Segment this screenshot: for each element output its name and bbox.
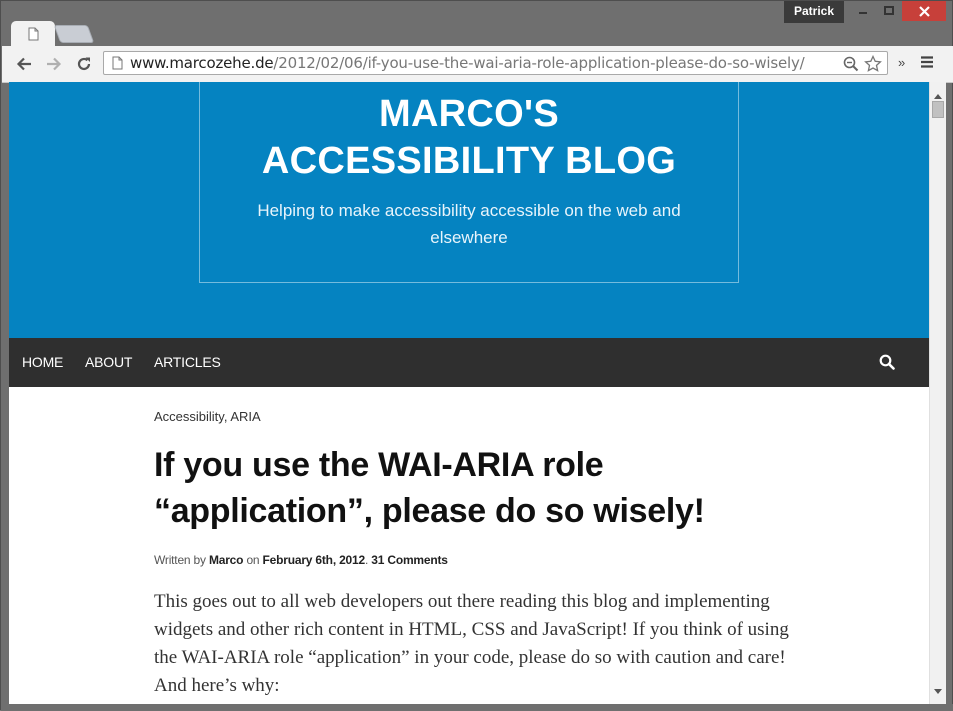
nav-item-about[interactable]: ABOUT	[85, 354, 132, 370]
nav-item-home[interactable]: HOME	[22, 354, 63, 370]
back-button[interactable]	[14, 54, 34, 74]
site-tagline: Helping to make accessibility accessible…	[257, 201, 681, 247]
page-scrollbar[interactable]	[929, 82, 946, 704]
window-controls: Patrick	[783, 1, 946, 23]
forward-button[interactable]	[44, 54, 64, 74]
minimize-button[interactable]	[850, 1, 876, 21]
browser-window: Patrick www.marcozehe.de/2012/02/06/if-y…	[0, 0, 953, 711]
tab-strip	[1, 1, 781, 47]
browser-toolbar: www.marcozehe.de/2012/02/06/if-you-use-t…	[2, 46, 953, 83]
meta-written-by: Written by	[154, 553, 206, 567]
search-icon[interactable]	[879, 354, 895, 375]
hamburger-icon	[921, 56, 933, 68]
menu-button[interactable]	[920, 55, 934, 74]
scroll-down-arrow-icon[interactable]	[934, 682, 942, 700]
post-categories[interactable]: Accessibility, ARIA	[154, 409, 261, 424]
meta-author[interactable]: Marco	[209, 553, 244, 567]
profile-name[interactable]: Patrick	[783, 1, 844, 23]
page-info-icon[interactable]	[112, 56, 123, 75]
extensions-overflow-button[interactable]: »	[898, 55, 905, 70]
minimize-icon	[859, 12, 867, 14]
reload-icon	[77, 57, 91, 71]
url-path: /2012/02/06/if-you-use-the-wai-aria-role…	[273, 54, 805, 72]
close-button[interactable]	[902, 1, 946, 21]
site-title-line2[interactable]: ACCESSIBILITY BLOG	[262, 140, 676, 182]
post-meta: Written by Marco on February 6th, 2012. …	[154, 553, 448, 567]
arrow-left-icon	[16, 57, 31, 71]
post-title: If you use the WAI-ARIA role “applicatio…	[154, 446, 705, 530]
page-viewport: MARCO'S ACCESSIBILITY BLOG Helping to ma…	[9, 82, 929, 704]
site-title[interactable]: MARCO'S ACCESSIBILITY BLOG	[200, 91, 738, 185]
site-title-line1[interactable]: MARCO'S	[379, 93, 559, 135]
page-icon	[28, 27, 39, 46]
post-body: This goes out to all web developers out …	[154, 588, 794, 700]
site-branding: MARCO'S ACCESSIBILITY BLOG Helping to ma…	[199, 82, 739, 283]
meta-separator: .	[364, 553, 369, 567]
main-navigation: HOME ABOUT ARTICLES	[9, 338, 929, 387]
post-paragraph: This goes out to all web developers out …	[154, 591, 789, 696]
maximize-icon	[884, 6, 894, 15]
address-bar[interactable]: www.marcozehe.de/2012/02/06/if-you-use-t…	[103, 51, 888, 75]
url-text[interactable]: www.marcozehe.de/2012/02/06/if-you-use-t…	[130, 55, 805, 72]
meta-comments-link[interactable]: 31 Comments	[371, 553, 448, 567]
reload-button[interactable]	[74, 54, 94, 74]
url-domain: www.marcozehe.de	[130, 54, 274, 72]
meta-on: on	[246, 553, 260, 567]
site-header: MARCO'S ACCESSIBILITY BLOG Helping to ma…	[9, 82, 929, 338]
tab-current[interactable]	[11, 21, 55, 47]
close-icon	[918, 5, 930, 17]
scrollbar-thumb[interactable]	[932, 101, 944, 118]
nav-item-articles[interactable]: ARTICLES	[154, 354, 221, 370]
maximize-button[interactable]	[876, 1, 902, 21]
zoom-icon[interactable]	[843, 56, 859, 77]
new-tab-button[interactable]	[53, 25, 95, 43]
arrow-right-icon	[47, 57, 62, 71]
meta-date[interactable]: February 6th, 2012	[263, 553, 366, 567]
bookmark-star-icon[interactable]	[864, 54, 882, 78]
